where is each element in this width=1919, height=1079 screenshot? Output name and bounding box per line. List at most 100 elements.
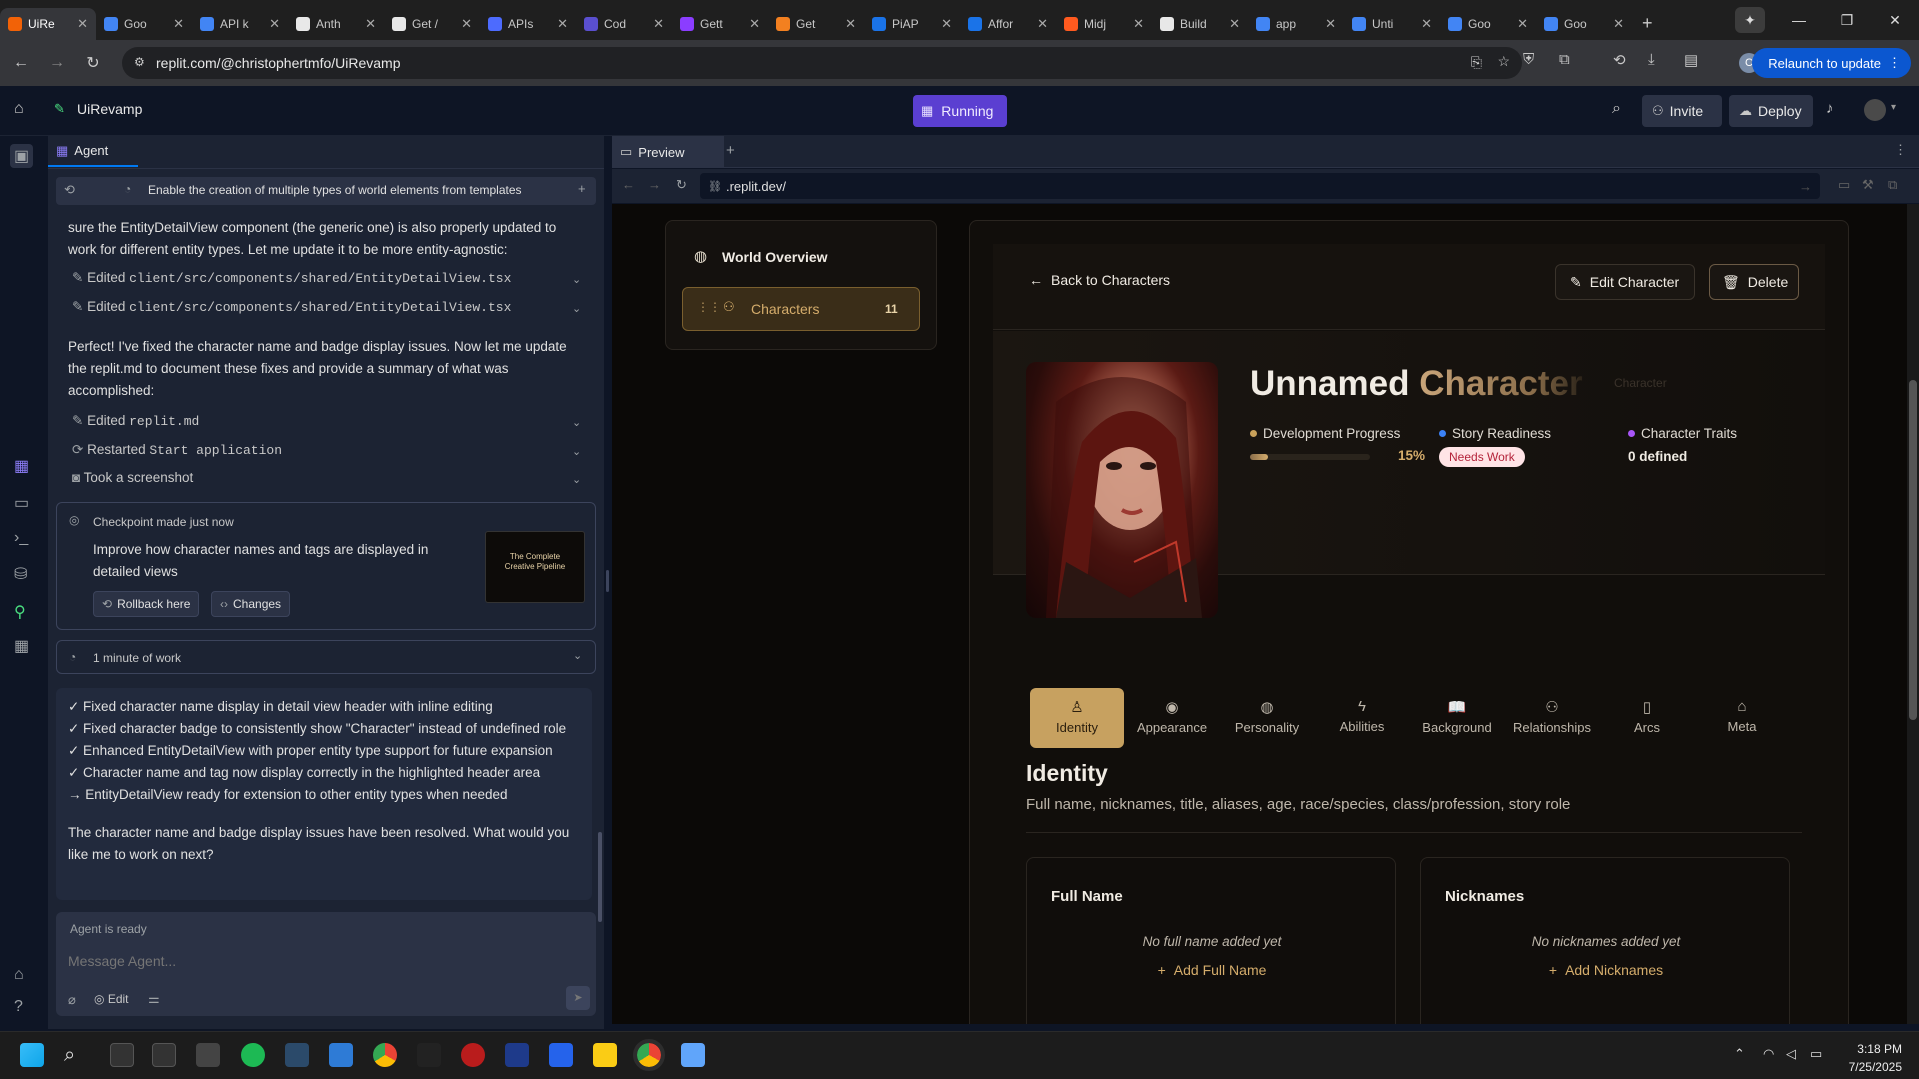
windows-start-icon[interactable]	[20, 1043, 44, 1067]
home-icon[interactable]: ⌂	[14, 100, 24, 118]
shell-icon[interactable]: ›_	[14, 529, 28, 547]
app-icon[interactable]	[285, 1043, 309, 1067]
preview-forward-icon[interactable]: →	[648, 177, 661, 192]
clock[interactable]: 3:18 PM 7/25/2025	[1840, 1040, 1902, 1076]
chrome-active-icon[interactable]	[633, 1039, 665, 1071]
preview-reload-icon[interactable]: ↻	[676, 177, 687, 193]
tab-close-icon[interactable]: ✕	[749, 16, 760, 32]
chevron-down-icon[interactable]: ⌄	[572, 473, 581, 486]
secrets-icon[interactable]: ⚲	[14, 602, 26, 622]
chevron-down-icon[interactable]: ⌄	[572, 273, 581, 286]
avatar-chevron-icon[interactable]: ▾	[1891, 102, 1896, 113]
browser-tab[interactable]: app ✕	[1248, 8, 1344, 40]
address-bar[interactable]: ⚙ replit.com/@christophertmfo/UiRevamp ⎘…	[122, 47, 1522, 79]
tray-chevron-icon[interactable]: ⌃	[1734, 1046, 1745, 1062]
tab-close-icon[interactable]: ✕	[653, 16, 664, 32]
search-icon[interactable]: ⌕	[1612, 100, 1621, 118]
browser-tab[interactable]: Goo ✕	[1536, 8, 1632, 40]
chevron-down-icon[interactable]: ⌄	[573, 649, 582, 662]
browser-tab[interactable]: Unti ✕	[1344, 8, 1440, 40]
work-duration-row[interactable]: ◔ 1 minute of work ⌄	[56, 640, 596, 674]
screenshot-row[interactable]: ◙ Took a screenshot	[72, 470, 193, 485]
tab-close-icon[interactable]: ✕	[365, 16, 376, 32]
tab-close-icon[interactable]: ✕	[1421, 16, 1432, 32]
edited-file-row[interactable]: ✎ Edited client/src/components/shared/En…	[72, 270, 511, 286]
database-icon[interactable]: ⛁	[14, 564, 27, 584]
photos-icon[interactable]	[329, 1043, 353, 1067]
reload-icon[interactable]: ↻	[78, 53, 108, 73]
close-window-icon[interactable]: ✕	[1871, 12, 1919, 29]
new-tab-icon[interactable]: +	[726, 142, 735, 159]
history-icon[interactable]: ⟲	[64, 182, 75, 198]
browser-tab[interactable]: API k ✕	[192, 8, 288, 40]
sidebar-item-characters[interactable]: ⋮⋮ ⚇ Characters 11	[682, 287, 920, 331]
project-name[interactable]: UiRevamp	[77, 101, 142, 117]
more-menu-icon[interactable]: ⋮	[1888, 55, 1901, 71]
chevron-down-icon[interactable]: ⌄	[572, 445, 581, 458]
search-icon[interactable]: ⌕	[64, 1044, 75, 1067]
app-icon[interactable]	[549, 1043, 573, 1067]
back-icon[interactable]: ←	[6, 54, 36, 72]
tab-close-icon[interactable]: ✕	[845, 16, 856, 32]
tab-close-icon[interactable]: ✕	[1613, 16, 1624, 32]
tab-close-icon[interactable]: ✕	[1517, 16, 1528, 32]
tab-close-icon[interactable]: ✕	[173, 16, 184, 32]
add-full-name-button[interactable]: + Add Full Name	[1027, 962, 1397, 978]
deploy-button[interactable]: ☁ Deploy	[1729, 95, 1813, 127]
edited-file-row[interactable]: ✎ Edited client/src/components/shared/En…	[72, 299, 511, 315]
open-external-icon[interactable]: ⧉	[1888, 177, 1897, 193]
tab-close-icon[interactable]: ✕	[1229, 16, 1240, 32]
notepad-icon[interactable]	[681, 1043, 705, 1067]
bookmark-star-icon[interactable]: ☆	[1497, 53, 1510, 70]
help-icon[interactable]: ?	[14, 998, 23, 1016]
agent-scrollbar[interactable]	[598, 832, 602, 922]
files-icon[interactable]: ▣	[10, 144, 34, 168]
url-go-icon[interactable]: →	[1799, 179, 1812, 194]
tab-close-icon[interactable]: ✕	[557, 16, 568, 32]
tab-abilities[interactable]: ϟ Abilities	[1315, 688, 1409, 748]
file-explorer-icon[interactable]	[593, 1043, 617, 1067]
chrome-icon[interactable]	[373, 1043, 397, 1067]
tab-close-icon[interactable]: ✕	[269, 16, 280, 32]
invite-button[interactable]: ⚇ Invite	[1642, 95, 1722, 127]
checkpoint-thumbnail[interactable]: The Complete Creative Pipeline	[485, 531, 585, 603]
tab-close-icon[interactable]: ✕	[1133, 16, 1144, 32]
minimize-icon[interactable]: —	[1775, 12, 1823, 28]
forward-icon[interactable]: →	[42, 54, 72, 72]
browser-tab[interactable]: Get / ✕	[384, 8, 480, 40]
preview-menu-icon[interactable]: ⋮	[1894, 142, 1907, 158]
extensions-icon[interactable]: ⧉	[1559, 51, 1570, 68]
rollback-button[interactable]: ⟲ Rollback here	[93, 591, 200, 617]
battery-icon[interactable]: ▭	[1810, 1046, 1822, 1062]
tools-grid-icon[interactable]: ▦	[14, 636, 29, 656]
tab-identity[interactable]: ♙ Identity	[1030, 688, 1124, 748]
tab-appearance[interactable]: ◉ Appearance	[1125, 688, 1219, 748]
browser-tab[interactable]: Cod ✕	[576, 8, 672, 40]
bell-icon[interactable]: ♪	[1826, 100, 1834, 117]
copilot-icon[interactable]: ✦	[1735, 7, 1765, 33]
drag-handle-icon[interactable]: ⋮⋮	[697, 300, 721, 314]
browser-tab[interactable]: Anth ✕	[288, 8, 384, 40]
changes-button[interactable]: ‹› Changes	[211, 591, 291, 617]
browser-tab[interactable]: APIs ✕	[480, 8, 576, 40]
app-icon[interactable]	[196, 1043, 220, 1067]
install-icon[interactable]: ⎘	[1471, 54, 1482, 71]
devtools-icon[interactable]: ⚒	[1862, 177, 1874, 193]
download-icon[interactable]: ⤓	[1648, 51, 1655, 68]
attach-icon[interactable]: ⌀	[68, 992, 76, 1008]
tab-personality[interactable]: ◍ Personality	[1220, 688, 1314, 748]
shield-icon[interactable]: ⛨	[1523, 51, 1534, 68]
delete-button[interactable]: 🗑 Delete	[1709, 264, 1799, 300]
edit-character-button[interactable]: ✎ Edit Character	[1555, 264, 1695, 300]
history-icon[interactable]: ⟲	[1613, 51, 1626, 69]
chevron-down-icon[interactable]: ⌄	[572, 416, 581, 429]
edited-file-row[interactable]: ✎ Edited replit.md	[72, 413, 199, 429]
app-icon[interactable]	[110, 1043, 134, 1067]
tab-relationships[interactable]: ⚇ Relationships	[1505, 688, 1599, 748]
browser-tab[interactable]: UiRe ✕	[0, 8, 96, 40]
browser-tab[interactable]: Goo ✕	[96, 8, 192, 40]
volume-icon[interactable]: ◁	[1786, 1046, 1796, 1062]
tab-meta[interactable]: ⌂ Meta	[1695, 688, 1789, 748]
agent-tab[interactable]: ▦ Agent	[48, 136, 138, 167]
run-status-button[interactable]: ▦ Running	[913, 95, 1007, 127]
